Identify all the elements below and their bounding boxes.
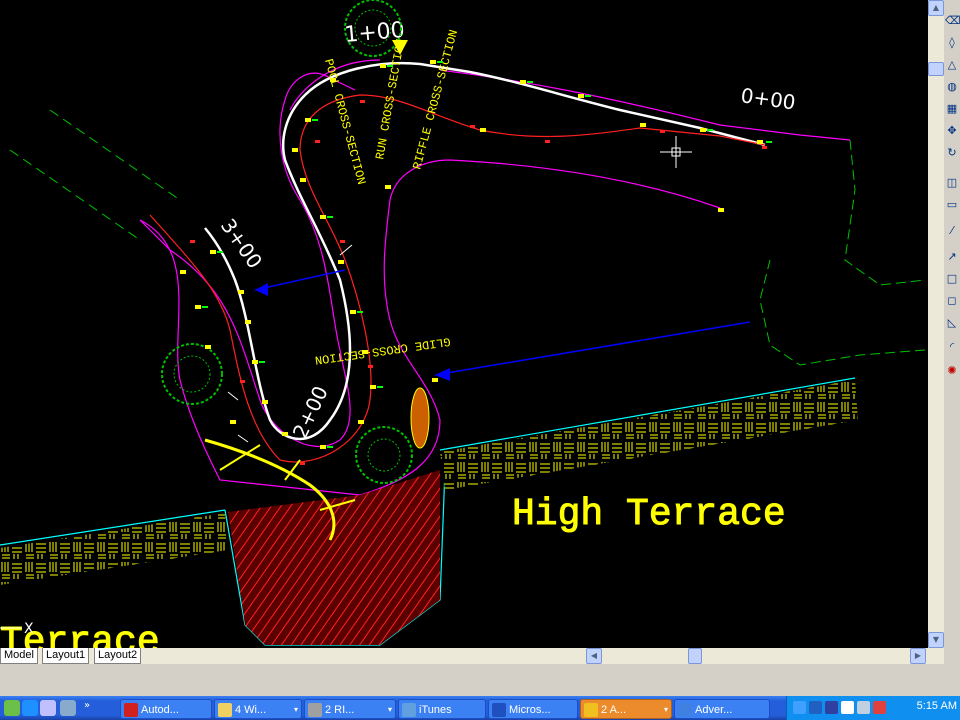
scroll-right-icon[interactable]: ▶ bbox=[910, 648, 926, 664]
trim-tool-icon[interactable]: ⁄ bbox=[945, 224, 959, 238]
taskbar-button-microsoft[interactable]: Micros... bbox=[488, 699, 578, 719]
station-0-00: 0+00 bbox=[739, 83, 797, 114]
rivermorph-icon bbox=[308, 703, 322, 717]
taskbar-button-itunes[interactable]: iTunes bbox=[398, 699, 486, 719]
acrobat-icon bbox=[584, 703, 598, 717]
explode-tool-icon[interactable]: ✺ bbox=[945, 364, 959, 378]
station-3-00: 3+00 bbox=[216, 214, 267, 273]
taskbar-clock[interactable]: 5:15 AM bbox=[917, 700, 957, 712]
desktop-icon[interactable] bbox=[4, 700, 20, 716]
command-line-area[interactable] bbox=[0, 664, 944, 696]
app-quicklaunch-icon[interactable] bbox=[60, 700, 76, 716]
modify-toolbar: ⌫ ◊ △ ◍ ▦ ✥ ↻ ◫ ▭ ⁄ ↗ □ ◻ ◺ ◜ ✺ bbox=[944, 0, 960, 696]
taskbar-button-autocad[interactable]: Autod... bbox=[120, 699, 212, 719]
more-quicklaunch-icon[interactable]: » bbox=[84, 700, 100, 716]
word-icon bbox=[492, 703, 506, 717]
taskbar-button-windows[interactable]: 4 Wi... ▾ bbox=[214, 699, 302, 719]
layout-tab-bar: Model Layout1 Layout2 ◀ ▶ bbox=[0, 648, 944, 664]
ie-quicklaunch-icon[interactable] bbox=[22, 700, 38, 716]
high-terrace-label: High Terrace bbox=[512, 493, 786, 536]
break-tool-icon[interactable]: □ bbox=[945, 272, 959, 286]
taskbar-button-acrobat[interactable]: 2 A... ▾ bbox=[580, 699, 672, 719]
vertical-scrollbar[interactable]: ▲ ▼ bbox=[928, 0, 944, 648]
media-quicklaunch-icon[interactable] bbox=[40, 700, 56, 716]
scroll-up-icon[interactable]: ▲ bbox=[928, 0, 944, 16]
tab-model[interactable]: Model bbox=[0, 648, 38, 664]
tray-security-icon[interactable] bbox=[873, 701, 886, 714]
offset-tool-icon[interactable]: ◍ bbox=[945, 80, 959, 94]
rotate-tool-icon[interactable]: ↻ bbox=[945, 146, 959, 160]
scroll-thumb[interactable] bbox=[928, 62, 944, 76]
drawing-canvas[interactable]: 1+00 0+00 3+00 2+00 POOL CROSS-SECTION R… bbox=[0, 0, 928, 648]
station-2-00: 2+00 bbox=[288, 382, 333, 442]
erase-tool-icon[interactable]: ⌫ bbox=[945, 14, 960, 28]
horizontal-scrollbar[interactable]: ◀ ▶ bbox=[586, 648, 926, 664]
mirror-tool-icon[interactable]: △ bbox=[945, 58, 959, 72]
chamfer-tool-icon[interactable]: ◺ bbox=[945, 316, 959, 330]
hscroll-thumb[interactable] bbox=[688, 648, 702, 664]
scroll-left-icon[interactable]: ◀ bbox=[586, 648, 602, 664]
taskbar-button-rivermorph[interactable]: 2 RI... ▾ bbox=[304, 699, 396, 719]
run-cross-section-label: RUN CROSS-SECTION bbox=[373, 38, 408, 161]
copy-tool-icon[interactable]: ◊ bbox=[945, 36, 959, 50]
crosshair-cursor-icon bbox=[660, 136, 692, 168]
scale-tool-icon[interactable]: ◫ bbox=[945, 176, 959, 190]
tray-volume-icon[interactable] bbox=[857, 701, 870, 714]
tray-h-icon[interactable] bbox=[841, 701, 854, 714]
ucs-x-label: X bbox=[24, 621, 34, 637]
scroll-down-icon[interactable]: ▼ bbox=[928, 632, 944, 648]
taskbar: » Autod... 4 Wi... ▾ 2 RI... ▾ iTunes Micr… bbox=[0, 696, 960, 720]
glide-cross-section-label: GLIDE CROSS-SECTION bbox=[314, 334, 451, 367]
array-tool-icon[interactable]: ▦ bbox=[945, 102, 959, 116]
tab-layout1[interactable]: Layout1 bbox=[42, 648, 90, 664]
tab-layout2[interactable]: Layout2 bbox=[94, 648, 142, 664]
tray-app-icon[interactable] bbox=[809, 701, 822, 714]
taskbar-button-advertise[interactable]: Adver... bbox=[674, 699, 770, 719]
cad-drawing: 1+00 0+00 3+00 2+00 POOL CROSS-SECTION R… bbox=[0, 0, 926, 648]
itunes-icon bbox=[402, 703, 416, 717]
riffle-cross-section-label: RIFFLE CROSS-SECTION bbox=[410, 28, 461, 171]
folder-icon bbox=[218, 703, 232, 717]
tray-network-icon[interactable] bbox=[825, 701, 838, 714]
fillet-tool-icon[interactable]: ◜ bbox=[945, 340, 959, 354]
tray-arrow-icon[interactable] bbox=[793, 701, 806, 714]
pool-cross-section-label: POOL CROSS-SECTION bbox=[321, 57, 368, 186]
tree-symbol-icon bbox=[161, 0, 413, 484]
join-tool-icon[interactable]: ◻ bbox=[945, 294, 959, 308]
move-tool-icon[interactable]: ✥ bbox=[945, 124, 959, 138]
system-tray: 5:15 AM bbox=[786, 696, 960, 720]
extend-tool-icon[interactable]: ↗ bbox=[945, 250, 959, 264]
stretch-tool-icon[interactable]: ▭ bbox=[945, 198, 959, 212]
autocad-icon bbox=[124, 703, 138, 717]
ie-icon bbox=[678, 703, 692, 717]
